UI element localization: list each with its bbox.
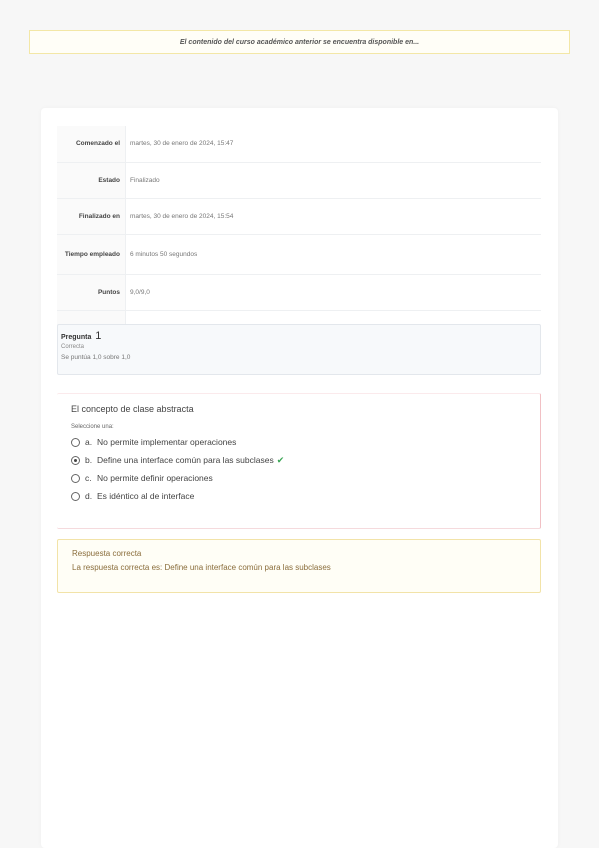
summary-value: Finalizado	[125, 162, 541, 199]
option-letter: b.	[85, 455, 93, 465]
summary-label: Estado	[57, 162, 126, 199]
question-state: Correcta	[61, 344, 85, 350]
previous-course-notice[interactable]: El contenido del curso académico anterio…	[29, 30, 570, 54]
question-number: 1	[95, 330, 102, 342]
option-letter: c.	[85, 473, 92, 483]
summary-value: 9,0/9,0	[125, 274, 541, 311]
answer-option-a[interactable]: a. No permite implementar operaciones	[71, 436, 526, 448]
answer-option-d[interactable]: d. Es idéntico al de interface	[71, 490, 526, 502]
option-text: Define una interface común para las subc…	[97, 455, 274, 465]
question-prompt: Seleccione una:	[71, 424, 114, 430]
feedback-text: La respuesta correcta es: Define una int…	[72, 563, 331, 572]
feedback-box: Respuesta correcta La respuesta correcta…	[57, 539, 541, 593]
question-content: El concepto de clase abstracta Seleccion…	[57, 393, 541, 529]
question-heading: Pregunta 1	[61, 330, 537, 342]
radio-button[interactable]	[71, 473, 80, 483]
radio-button[interactable]	[71, 491, 80, 501]
radio-button[interactable]	[71, 437, 80, 447]
feedback-title: Respuesta correcta	[72, 549, 142, 558]
option-text: No permite implementar operaciones	[97, 437, 237, 447]
summary-label: Puntos	[57, 274, 126, 311]
option-text: Es idéntico al de interface	[97, 491, 195, 501]
question-grade: Se puntúa 1,0 sobre 1,0	[61, 354, 131, 361]
summary-row: Finalizado en martes, 30 de enero de 202…	[57, 198, 541, 235]
summary-label: Finalizado en	[57, 198, 126, 235]
question-info-box: Pregunta 1 Correcta Se puntúa 1,0 sobre …	[57, 324, 541, 375]
radio-button-selected[interactable]	[71, 455, 80, 465]
checkmark-icon: ✔	[276, 454, 285, 465]
summary-row: Estado Finalizado	[57, 162, 541, 199]
option-letter: a.	[85, 437, 93, 447]
summary-value: 6 minutos 50 segundos	[125, 234, 541, 275]
option-text: No permite definir operaciones	[97, 473, 213, 483]
question-text: El concepto de clase abstracta	[71, 404, 194, 414]
attempt-summary-table: Comenzado el martes, 30 de enero de 2024…	[57, 126, 541, 347]
question-label: Pregunta	[61, 334, 92, 341]
summary-row: Comenzado el martes, 30 de enero de 2024…	[57, 126, 541, 163]
answer-option-b[interactable]: b. Define una interface común para las s…	[71, 454, 526, 466]
summary-row: Tiempo empleado 6 minutos 50 segundos	[57, 234, 541, 275]
summary-value: martes, 30 de enero de 2024, 15:54	[125, 198, 541, 235]
summary-label: Comenzado el	[57, 126, 126, 163]
answer-option-c[interactable]: c. No permite definir operaciones	[71, 472, 526, 484]
summary-value: martes, 30 de enero de 2024, 15:47	[125, 126, 541, 163]
summary-label: Tiempo empleado	[57, 234, 126, 275]
summary-row: Puntos 9,0/9,0	[57, 274, 541, 311]
option-letter: d.	[85, 491, 93, 501]
